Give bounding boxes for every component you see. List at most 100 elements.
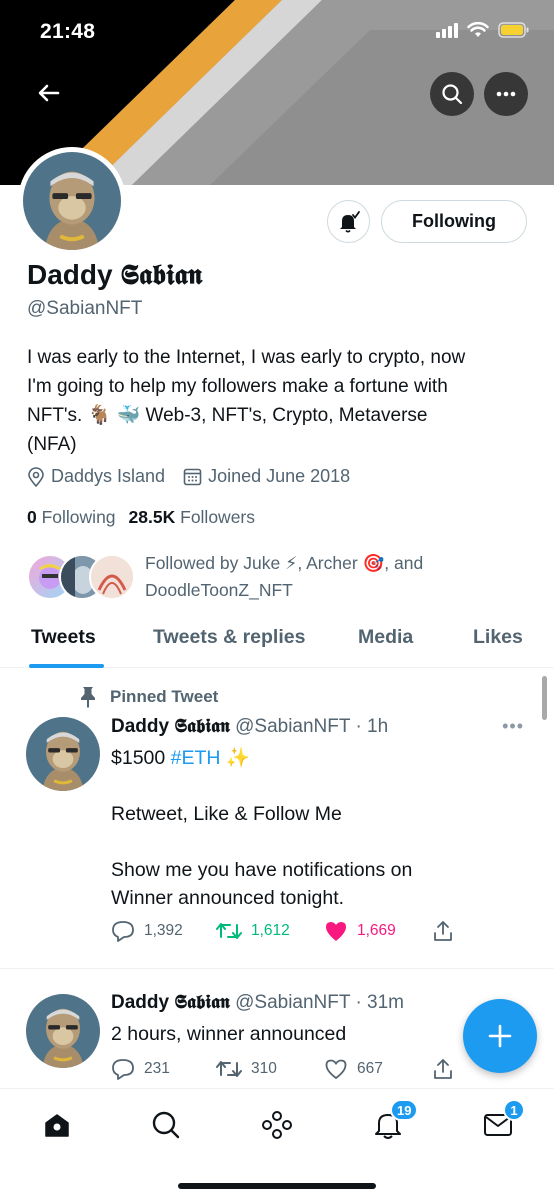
notifications-subscribe-button[interactable] xyxy=(327,200,370,243)
back-arrow-icon xyxy=(38,84,60,102)
tweet-text-line: $1500 #ETH ✨ xyxy=(111,747,251,769)
ape-avatar-image xyxy=(23,152,121,250)
tweet-body: $1500 #ETH ✨ Retweet, Like & Follow Me S… xyxy=(111,744,531,912)
more-horizontal-icon xyxy=(496,91,516,97)
messages-badge: 1 xyxy=(503,1099,525,1121)
mutual-follower-avatars xyxy=(27,550,137,602)
following-button[interactable]: Following xyxy=(381,200,527,243)
tweet-author-handle[interactable]: @SabianNFT xyxy=(235,716,350,737)
share-button[interactable] xyxy=(432,1058,454,1080)
hashtag-link[interactable]: #ETH xyxy=(171,747,221,769)
plus-icon xyxy=(488,1024,512,1048)
followers-count: 28.5K xyxy=(128,507,176,527)
wifi-icon xyxy=(467,22,489,37)
tab-likes[interactable]: Likes xyxy=(473,626,523,649)
followed-by-section[interactable]: Followed by Juke ⚡, Archer 🎯, and Doodle… xyxy=(27,550,475,604)
followed-by-line: Followed by Juke ⚡, Archer 🎯, and xyxy=(145,553,424,573)
search-icon xyxy=(152,1111,180,1139)
tweet-header: Daddy 𝕾𝖆𝖇𝖎𝖆𝖓 @SabianNFT · 31m xyxy=(111,992,404,1014)
like-button[interactable]: 1,669 xyxy=(324,920,432,942)
pinned-label-text: Pinned Tweet xyxy=(110,687,219,706)
profile-avatar[interactable] xyxy=(18,147,126,255)
location-pin-icon xyxy=(28,466,44,487)
pin-icon xyxy=(81,687,95,708)
tweet-text-line: Show me you have notifications on xyxy=(111,859,413,881)
profile-location: Daddys Island xyxy=(51,466,166,486)
nav-search[interactable] xyxy=(146,1105,186,1145)
like-count: 1,669 xyxy=(357,922,396,939)
tab-tweets[interactable]: Tweets xyxy=(31,626,96,649)
profile-display-name: Daddy 𝕾𝖆𝖇𝖎𝖆𝖓 xyxy=(27,259,203,290)
profile-meta: Daddys Island Joined June 2018 xyxy=(27,466,368,487)
followers-count-link[interactable]: 28.5K Followers xyxy=(129,507,255,528)
bio-line: (NFA) xyxy=(27,434,77,455)
following-count-link[interactable]: 0 Following xyxy=(27,507,116,528)
tweet-timestamp: · 1h xyxy=(355,716,389,737)
back-button[interactable] xyxy=(34,78,64,108)
tab-media[interactable]: Media xyxy=(358,626,413,649)
retweet-count: 1,612 xyxy=(251,922,290,939)
compose-tweet-button[interactable] xyxy=(463,999,537,1073)
share-button[interactable] xyxy=(432,920,454,942)
tweet-text-line: Winner announced tonight. xyxy=(111,887,345,909)
spaces-icon xyxy=(262,1111,292,1139)
ape-avatar-image xyxy=(26,717,100,791)
retweet-icon xyxy=(216,1061,242,1077)
profile-tabs: Tweets Tweets & replies Media Likes xyxy=(0,618,554,668)
followers-label: Followers xyxy=(180,507,256,527)
tweet-author-handle[interactable]: @SabianNFT xyxy=(235,992,350,1013)
profile-bio: I was early to the Internet, I was early… xyxy=(27,343,532,459)
tweet-text-line: Retweet, Like & Follow Me xyxy=(111,803,342,825)
tweet-divider xyxy=(0,968,554,969)
tweet-actions: 231 310 667 xyxy=(111,1058,454,1080)
followed-by-line: DoodleToonZ_NFT xyxy=(145,580,293,600)
tweet-more-button[interactable]: ••• xyxy=(502,716,524,737)
nav-spaces[interactable] xyxy=(257,1105,297,1145)
following-label: Following xyxy=(41,507,116,527)
nav-home[interactable] xyxy=(37,1105,77,1145)
retweet-button[interactable]: 1,612 xyxy=(216,921,324,941)
reply-button[interactable]: 1,392 xyxy=(111,920,216,942)
following-count: 0 xyxy=(27,507,37,527)
home-icon xyxy=(45,1114,69,1137)
tweet-actions: 1,392 1,612 1,669 xyxy=(111,920,454,942)
status-time: 21:48 xyxy=(40,20,96,43)
search-button[interactable] xyxy=(430,72,474,116)
share-icon xyxy=(434,921,452,941)
reply-icon xyxy=(112,921,134,942)
ape-avatar-image xyxy=(26,994,100,1068)
tweet-author-avatar[interactable] xyxy=(26,994,100,1068)
battery-icon xyxy=(498,22,529,38)
reply-button[interactable]: 231 xyxy=(111,1058,216,1080)
bell-check-icon xyxy=(339,210,360,233)
profile-joined-date: Joined June 2018 xyxy=(208,466,351,486)
followed-by-text: Followed by Juke ⚡, Archer 🎯, and Doodle… xyxy=(145,550,475,604)
mutual-avatar xyxy=(89,554,135,600)
like-count: 667 xyxy=(357,1060,383,1077)
tweet-author-name[interactable]: Daddy 𝕾𝖆𝖇𝖎𝖆𝖓 xyxy=(111,716,230,737)
pinned-tweet-label: Pinned Tweet xyxy=(78,686,218,708)
like-button[interactable]: 667 xyxy=(324,1058,432,1080)
scrollbar[interactable] xyxy=(542,676,547,720)
tweet-author-name[interactable]: Daddy 𝕾𝖆𝖇𝖎𝖆𝖓 xyxy=(111,992,230,1013)
reply-count: 1,392 xyxy=(144,922,183,939)
bio-line: NFT's. 🐐 🐳 Web-3, NFT's, Crypto, Metaver… xyxy=(27,405,428,426)
heart-outline-icon xyxy=(325,1059,347,1080)
reply-count: 231 xyxy=(144,1060,170,1077)
follow-counts: 0 Following 28.5K Followers xyxy=(27,507,255,528)
bio-line: I was early to the Internet, I was early… xyxy=(27,347,466,368)
tab-tweets-and-replies[interactable]: Tweets & replies xyxy=(153,626,305,649)
calendar-icon xyxy=(183,468,202,486)
retweet-button[interactable]: 310 xyxy=(216,1059,324,1079)
tweet-header: Daddy 𝕾𝖆𝖇𝖎𝖆𝖓 @SabianNFT · 1h xyxy=(111,716,388,738)
search-icon xyxy=(442,84,463,105)
heart-filled-icon xyxy=(326,922,346,941)
more-options-button[interactable] xyxy=(484,72,528,116)
reply-icon xyxy=(112,1059,134,1080)
retweet-count: 310 xyxy=(251,1060,277,1077)
home-indicator[interactable] xyxy=(178,1183,376,1189)
bio-line: I'm going to help my followers make a fo… xyxy=(27,376,448,397)
cellular-signal-icon xyxy=(436,22,458,38)
tweet-author-avatar[interactable] xyxy=(26,717,100,791)
retweet-icon xyxy=(216,923,242,939)
